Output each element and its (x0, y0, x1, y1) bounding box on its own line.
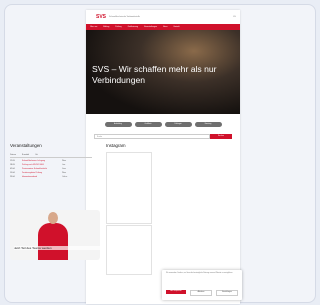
search-button[interactable]: Suchen (210, 134, 232, 139)
nav-item[interactable]: Zertifizierung (128, 26, 138, 28)
table-row[interactable]: 02.04. Praxisseminar Schweißaufsicht Gra… (10, 168, 92, 170)
event-date: 12.03. (10, 160, 15, 162)
event-date: 18.03. (10, 164, 15, 166)
person-photo-head (48, 212, 58, 224)
social-feed-heading: Instagram (106, 143, 126, 148)
table-row[interactable]: 18.03. Prüfung nach EN ISO 9606 Linz (10, 164, 92, 166)
table-row[interactable]: 23.04. Informationsabend Online (10, 176, 92, 178)
hero-title: SVS – Wir schaffen mehr als nur Verbindu… (92, 64, 217, 85)
promo-caption: Jetzt Teil des Teams werden (14, 246, 100, 250)
quick-link-button[interactable]: Prüfungen (164, 122, 192, 127)
site-header: SVS Schweißtechnische Verbandsstelle EN (86, 10, 240, 24)
course-search: Suche Suchen (94, 134, 232, 139)
nav-item[interactable]: Über uns (90, 26, 97, 28)
table-row[interactable]: 15.04. Zerstörungsfreie Prüfung Wien (10, 172, 92, 174)
column-header: Kurstitel (21, 154, 30, 156)
secondary-embed[interactable] (106, 225, 152, 275)
event-location: Wien (62, 172, 67, 174)
event-title-link[interactable]: Praxisseminar Schweißaufsicht (22, 168, 58, 170)
nav-item[interactable]: Bildung (103, 26, 109, 28)
nav-item[interactable]: Veranstaltungen (144, 26, 157, 28)
site-logo[interactable]: SVS (96, 14, 106, 20)
events-section: Veranstaltungen Datum Kurstitel Ort 12.0… (10, 143, 92, 178)
accept-cookies-button[interactable]: Alle akzeptieren (166, 290, 186, 294)
event-date: 02.04. (10, 168, 15, 170)
cookie-actions: Alle akzeptieren Ablehnen Einstellungen (166, 290, 238, 296)
event-location: Online (62, 176, 68, 178)
language-switch[interactable]: EN (233, 16, 236, 18)
event-location: Graz (62, 168, 66, 170)
table-row[interactable]: 12.03. Schweißfachmann Lehrgang Wien (10, 160, 92, 162)
quick-link-button[interactable]: Ausbildung (104, 122, 132, 127)
social-feed-section: Instagram (106, 143, 152, 224)
person-photo-body (38, 223, 68, 260)
quick-links: Ausbildung Zertifikate Prüfungen Beratun… (86, 122, 240, 127)
event-title-link[interactable]: Schweißfachmann Lehrgang (22, 160, 58, 162)
cookie-settings-button[interactable]: Einstellungen (216, 290, 238, 296)
decline-cookies-button[interactable]: Ablehnen (190, 290, 212, 296)
events-heading: Veranstaltungen (10, 143, 42, 148)
cookie-text: Wir verwenden Cookies, um Ihnen die best… (166, 273, 233, 274)
search-input[interactable]: Suche (94, 134, 210, 139)
quick-link-button[interactable]: Zertifikate (134, 122, 162, 127)
event-location: Wien (62, 160, 67, 162)
event-title-link[interactable]: Prüfung nach EN ISO 9606 (22, 164, 58, 166)
event-date: 23.04. (10, 176, 15, 178)
event-location: Linz (62, 164, 66, 166)
column-header: Ort (35, 154, 38, 156)
events-table-header: Datum Kurstitel Ort (10, 154, 92, 158)
nav-item[interactable]: Prüfung (115, 26, 121, 28)
cookie-banner: Wir verwenden Cookies, um Ihnen die best… (162, 270, 242, 300)
event-date: 15.04. (10, 172, 15, 174)
nav-item[interactable]: News (163, 26, 168, 28)
nav-item[interactable]: Kontakt (173, 26, 179, 28)
column-header: Datum (10, 154, 16, 156)
hero-banner: SVS – Wir schaffen mehr als nur Verbindu… (86, 30, 240, 114)
quick-link-button[interactable]: Beratung (194, 122, 222, 127)
event-title-link[interactable]: Informationsabend (22, 176, 58, 178)
social-feed-embed[interactable] (106, 152, 152, 224)
event-title-link[interactable]: Zerstörungsfreie Prüfung (22, 172, 58, 174)
career-promo-card[interactable]: Jetzt Teil des Teams werden (10, 210, 100, 260)
site-tagline: Schweißtechnische Verbandsstelle (109, 15, 140, 18)
